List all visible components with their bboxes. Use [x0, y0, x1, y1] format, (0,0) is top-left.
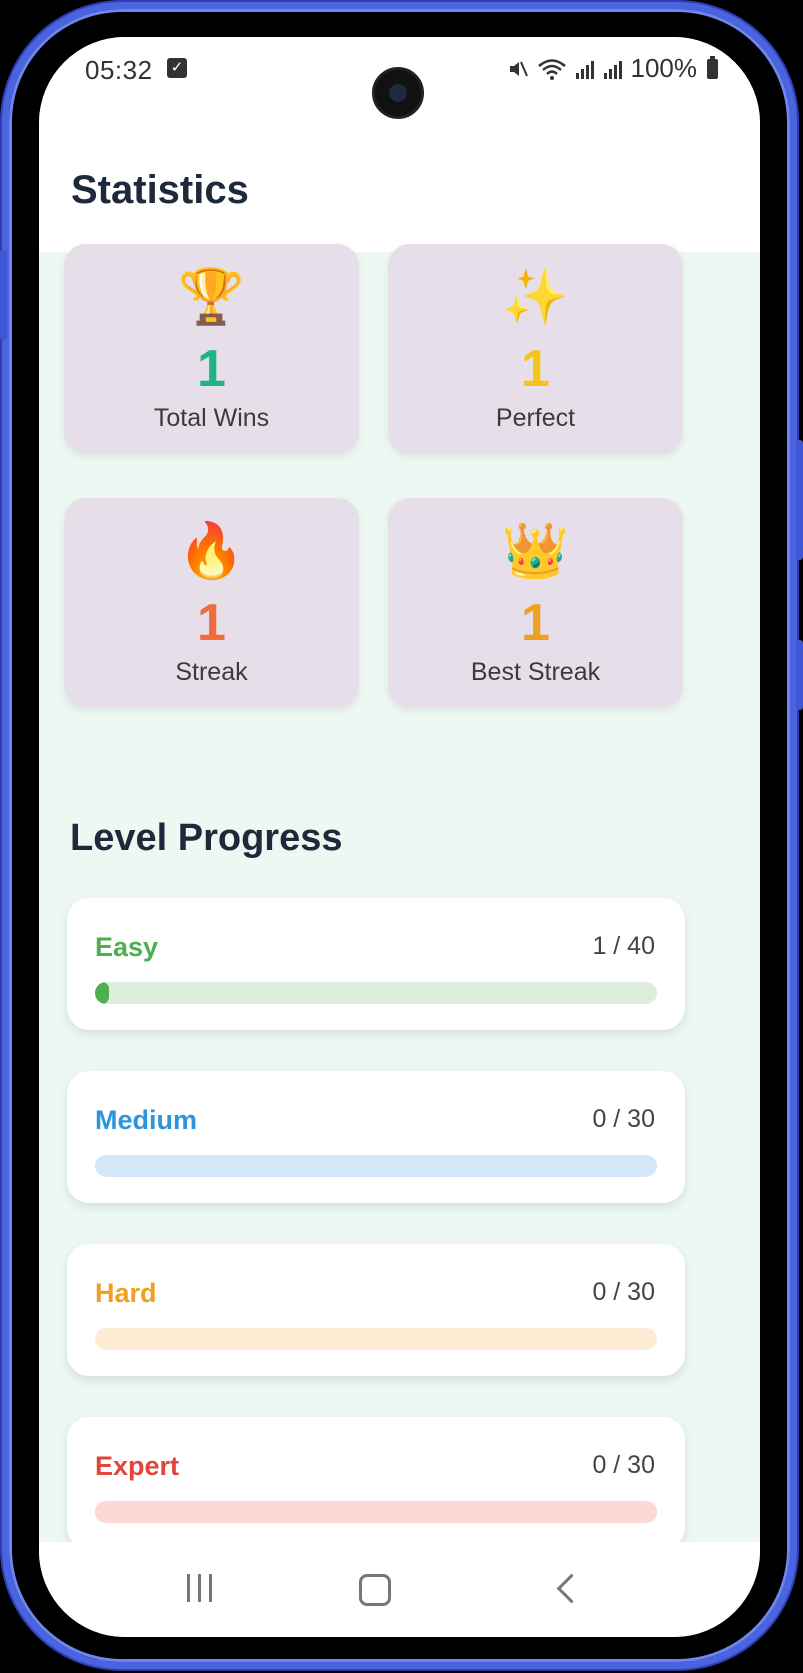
- trophy-icon: 🏆: [177, 267, 246, 327]
- navigation-bar: [39, 1542, 760, 1637]
- header: Statistics: [39, 132, 760, 252]
- battery-icon: [707, 55, 718, 79]
- stat-value: 1: [197, 594, 226, 652]
- stat-card-streak[interactable]: 🔥 1 Streak: [64, 498, 359, 708]
- signal-icon: [603, 60, 622, 79]
- stat-value: 1: [521, 340, 550, 398]
- camera-cutout: [372, 67, 424, 119]
- crown-icon: 👑: [501, 521, 570, 581]
- stat-value: 1: [197, 340, 226, 398]
- level-count: 0 / 30: [592, 1105, 655, 1133]
- page-title: Statistics: [71, 168, 249, 212]
- home-icon[interactable]: [345, 1570, 405, 1610]
- level-count: 0 / 30: [592, 1278, 655, 1306]
- stat-card-best-streak[interactable]: 👑 1 Best Streak: [388, 498, 683, 708]
- progress-bar: [95, 982, 657, 1004]
- stat-label: Total Wins: [153, 404, 270, 432]
- stat-label: Streak: [175, 658, 248, 686]
- level-card-expert[interactable]: Expert 0 / 30: [67, 1417, 685, 1549]
- progress-bar: [95, 1501, 657, 1523]
- level-card-hard[interactable]: Hard 0 / 30: [67, 1244, 685, 1376]
- battery-percent: 100%: [630, 53, 698, 83]
- mute-icon: [509, 61, 528, 76]
- level-name: Medium: [95, 1105, 198, 1135]
- wifi-icon: [537, 58, 566, 80]
- volume-button: [796, 440, 803, 560]
- status-time: 05:32: [85, 55, 153, 85]
- stat-label: Perfect: [495, 404, 576, 432]
- level-count: 1 / 40: [592, 932, 655, 960]
- fire-icon: 🔥: [177, 521, 246, 581]
- stat-value: 1: [521, 594, 550, 652]
- sparkles-icon: ✨: [501, 267, 570, 327]
- level-name: Easy: [95, 932, 159, 962]
- check-icon: ✓: [167, 58, 187, 78]
- back-icon[interactable]: [537, 1570, 597, 1610]
- level-card-medium[interactable]: Medium 0 / 30: [67, 1071, 685, 1203]
- status-icons: 100%: [507, 53, 718, 84]
- level-count: 0 / 30: [592, 1451, 655, 1479]
- progress-bar: [95, 1328, 657, 1350]
- signal-icon: [575, 60, 594, 79]
- progress-fill: [95, 982, 110, 1004]
- level-name: Hard: [95, 1278, 157, 1308]
- section-title-level-progress: Level Progress: [70, 817, 343, 859]
- status-bar: 05:32 ✓ 100%: [39, 37, 760, 132]
- stat-card-perfect[interactable]: ✨ 1 Perfect: [388, 244, 683, 454]
- phone-side-button: [0, 250, 7, 340]
- power-button: [796, 640, 803, 710]
- level-card-easy[interactable]: Easy 1 / 40: [67, 898, 685, 1030]
- stat-label: Best Streak: [470, 658, 601, 686]
- screen: 05:32 ✓ 100% Statistics 🏆 1 Total Wins ✨…: [39, 37, 760, 1637]
- stat-card-total-wins[interactable]: 🏆 1 Total Wins: [64, 244, 359, 454]
- recents-icon[interactable]: [169, 1570, 229, 1610]
- progress-bar: [95, 1155, 657, 1177]
- level-name: Expert: [95, 1451, 180, 1481]
